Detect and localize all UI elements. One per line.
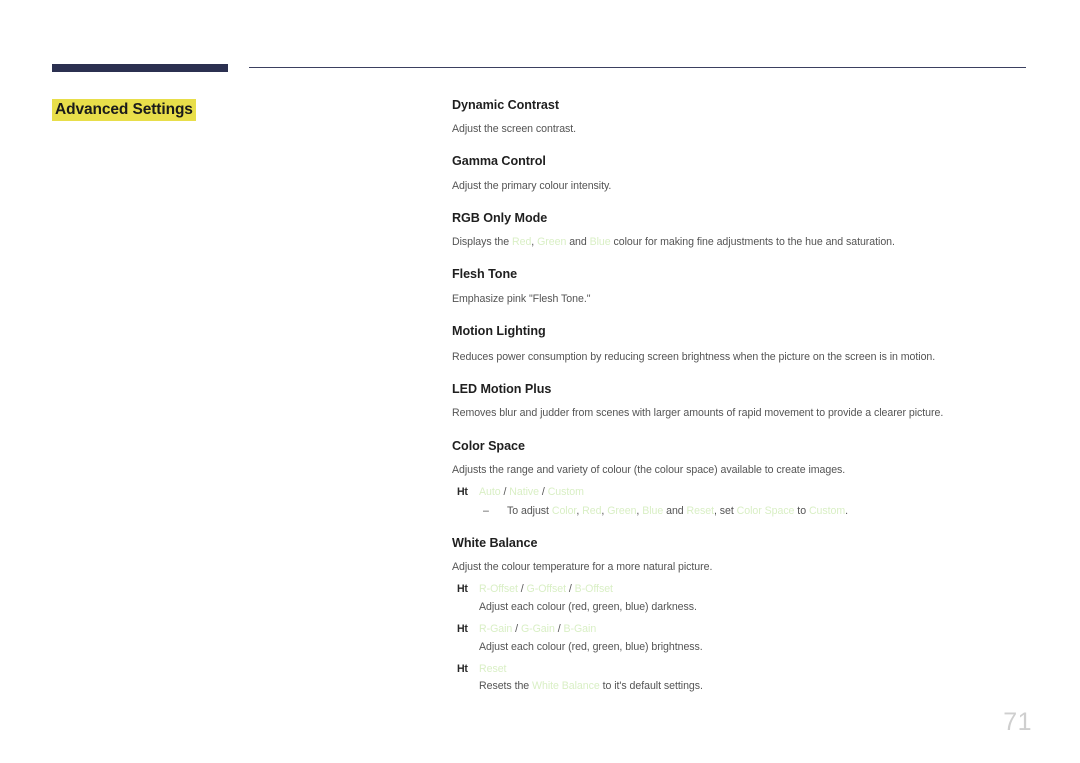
- menu-term: Blue: [642, 504, 664, 517]
- header-divider-line: [249, 67, 1026, 69]
- entry-description: Adjust the colour temperature for a more…: [452, 561, 713, 574]
- menu-term: Color Space: [736, 504, 795, 517]
- menu-term: G-Offset: [526, 583, 566, 596]
- text-run: and: [663, 504, 687, 517]
- entry-description: Adjust the primary colour intensity.: [452, 179, 612, 192]
- text-run: and: [566, 236, 590, 249]
- text-run: to: [794, 504, 809, 517]
- text-run: Adjust each colour (red, green, blue) da…: [479, 600, 697, 613]
- bullet-row-offset: Ht R-Offset / G-Offset / B-Offset: [452, 582, 1032, 597]
- page-header-rules: [0, 62, 1080, 76]
- header-accent-bar: [52, 64, 228, 72]
- text-run: , set: [713, 504, 737, 517]
- menu-term: R-Gain: [479, 623, 513, 636]
- section-title: Advanced Settings: [52, 99, 196, 121]
- bullet-row-color-space-options: Ht Auto / Native / Custom: [452, 485, 1032, 500]
- setting-entry-white-balance: White Balance Adjust the colour temperat…: [452, 536, 1032, 695]
- menu-term: Auto: [479, 486, 501, 499]
- setting-entry-dynamic-contrast: Dynamic Contrast Adjust the screen contr…: [452, 98, 1032, 137]
- bullet-row-gain: Ht R-Gain / G-Gain / B-Gain: [452, 622, 1032, 637]
- text-run: /: [554, 623, 564, 636]
- entry-description: Reduces power consumption by reducing sc…: [452, 350, 936, 363]
- text-run: colour for making fine adjustments to th…: [610, 236, 895, 249]
- text-run: Resets the: [479, 680, 533, 693]
- bullet-text: R-Offset / G-Offset / B-Offset: [479, 582, 1032, 597]
- entry-title: RGB Only Mode: [452, 210, 548, 225]
- setting-entry-gamma-control: Gamma Control Adjust the primary colour …: [452, 154, 1032, 193]
- menu-term: Native: [509, 486, 540, 499]
- text-run: Displays the: [452, 236, 512, 249]
- text-run: /: [512, 623, 521, 636]
- text-run: To adjust: [507, 504, 552, 517]
- entry-description: Adjusts the range and variety of colour …: [452, 463, 846, 476]
- menu-term: Custom: [808, 504, 846, 517]
- bullet-marker-icon: Ht: [457, 583, 468, 596]
- menu-term: Custom: [547, 486, 584, 499]
- sub-text: To adjust Color, Red, Green, Blue and Re…: [507, 504, 1032, 519]
- menu-term: Green: [607, 504, 637, 517]
- entry-title: Dynamic Contrast: [452, 98, 559, 112]
- entry-title: Gamma Control: [452, 154, 546, 169]
- setting-entry-led-motion-plus: LED Motion Plus Removes blur and judder …: [452, 382, 1032, 421]
- entry-title: Color Space: [452, 438, 525, 453]
- menu-term: Red: [582, 504, 602, 517]
- bullet-text: Reset: [479, 662, 1032, 677]
- menu-term: Reset: [479, 662, 507, 675]
- menu-term: Red: [512, 236, 532, 249]
- menu-term: Green: [537, 236, 567, 249]
- entry-title: LED Motion Plus: [452, 382, 552, 397]
- entry-description: Adjust the screen contrast.: [452, 123, 577, 136]
- bullet-text: R-Gain / G-Gain / B-Gain: [479, 622, 1032, 637]
- entry-description: Removes blur and judder from scenes with…: [452, 407, 944, 420]
- text-run: /: [517, 583, 527, 596]
- entry-title: White Balance: [452, 536, 538, 550]
- menu-term: Reset: [686, 504, 714, 517]
- bullet-text: Auto / Native / Custom: [479, 485, 1032, 500]
- text-run: /: [565, 583, 575, 596]
- text-run: /: [500, 486, 510, 499]
- sub-row-color-space-note: – To adjust Color, Red, Green, Blue and …: [452, 504, 1032, 519]
- text-run: Adjust each colour (red, green, blue) br…: [479, 640, 703, 653]
- menu-term: White Balance: [532, 680, 600, 693]
- section-title-container: Advanced Settings: [52, 99, 392, 121]
- menu-term: B-Gain: [563, 623, 597, 636]
- entry-title: Flesh Tone: [452, 267, 518, 282]
- entry-title: Motion Lighting: [452, 323, 546, 338]
- bullet-marker-icon: Ht: [457, 623, 468, 636]
- bullet-subdescription: Adjust each colour (red, green, blue) da…: [452, 600, 1032, 615]
- menu-term: Color: [551, 504, 577, 517]
- bullet-marker-icon: Ht: [457, 486, 468, 499]
- content-column: Dynamic Contrast Adjust the screen contr…: [452, 98, 1032, 695]
- menu-term: B-Offset: [574, 583, 613, 596]
- setting-entry-motion-lighting: Motion Lighting Reduces power consumptio…: [452, 324, 1032, 365]
- setting-entry-flesh-tone: Flesh Tone Emphasize pink "Flesh Tone.": [452, 267, 1032, 306]
- setting-entry-rgb-only-mode: RGB Only Mode Displays the Red, Green an…: [452, 211, 1032, 250]
- entry-description: Displays the Red, Green and Blue colour …: [452, 235, 1032, 250]
- text-run: to it's default settings.: [599, 680, 703, 693]
- page-number: 71: [1003, 708, 1032, 736]
- menu-term: Blue: [589, 236, 611, 249]
- bullet-row-reset: Ht Reset: [452, 662, 1032, 677]
- text-run: .: [845, 504, 849, 517]
- menu-term: R-Offset: [479, 583, 518, 596]
- menu-term: G-Gain: [520, 623, 555, 636]
- text-run: /: [539, 486, 548, 499]
- bullet-subdescription: Adjust each colour (red, green, blue) br…: [452, 640, 1032, 655]
- entry-description: Emphasize pink "Flesh Tone.": [452, 292, 591, 305]
- bullet-subdescription: Resets the White Balance to it's default…: [452, 679, 1032, 694]
- bullet-marker-icon: Ht: [457, 662, 468, 675]
- setting-entry-color-space: Color Space Adjusts the range and variet…: [452, 439, 1032, 519]
- dash-marker-icon: –: [483, 504, 489, 517]
